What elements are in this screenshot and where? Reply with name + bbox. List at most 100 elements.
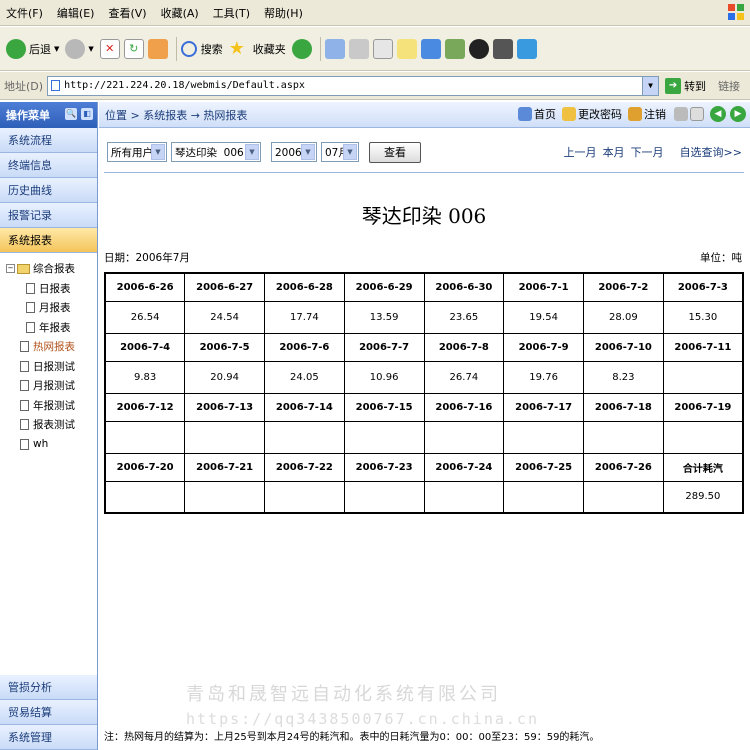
sidebar-item[interactable]: 系统管理 [0,725,97,750]
go-button[interactable]: ➔ 转到 [665,77,706,94]
menu-item[interactable]: 工具(T) [213,5,250,21]
table-value-row: 289.50 [104,480,744,514]
edit-icon[interactable] [372,38,393,59]
this-month-link[interactable]: 本月 [603,144,625,160]
value-cell [662,420,744,454]
collapse-icon[interactable]: ◧ [81,108,93,120]
menu-item[interactable]: 编辑(E) [57,5,95,21]
tree-node[interactable]: 月报表 [6,298,97,318]
document-icon [20,399,29,411]
sidebar-item[interactable]: 管损分析 [0,675,97,700]
change-password-link[interactable]: 更改密码 [562,106,622,122]
menu-item[interactable]: 查看(V) [108,5,146,21]
menu-item[interactable]: 收藏(A) [161,5,199,21]
document-icon [26,282,35,294]
value-cell [184,480,265,514]
expand-icon[interactable]: − [6,264,15,274]
tree-node[interactable]: 报表测试 [6,415,97,435]
preview-icon[interactable] [690,107,704,121]
favorites-button[interactable]: ★ 收藏夹 [229,38,286,59]
logout-link[interactable]: 注销 [628,106,666,122]
tree-node[interactable]: 日报测试 [6,357,97,377]
date-header-cell: 2006-7-2 [583,272,664,302]
tree-node[interactable]: wh [6,435,97,455]
month-select[interactable]: 07月 ▼ [321,142,359,162]
folder-icon [17,263,30,274]
home-link[interactable]: 首页 [518,106,556,122]
sidebar-item[interactable]: 终端信息 [0,153,97,178]
date-header-cell: 2006-7-20 [104,452,186,482]
history-icon[interactable] [291,38,312,59]
forward-circle-icon[interactable]: ▶ [730,106,746,122]
chevron-down-icon: ▼ [151,144,165,160]
note-icon[interactable] [396,38,417,59]
chevron-down-icon[interactable]: ▼ [642,76,659,95]
tree-node[interactable]: 年报测试 [6,396,97,416]
tree-node[interactable]: 月报测试 [6,376,97,396]
date-header-cell: 2006-7-8 [423,332,505,362]
sidebar-item[interactable]: 系统报表 [0,228,97,253]
tree-node[interactable]: 年报表 [6,318,97,338]
menu-bar: 文件(F) 编辑(E) 查看(V) 收藏(A) 工具(T) 帮助(H) [0,0,750,26]
document-icon [20,341,29,353]
sidebar-item[interactable]: 历史曲线 [0,178,97,203]
date-header-cell: 2006-6-27 [184,272,265,302]
watermark-url: https://qq3438500767.cn.china.cn [186,710,539,728]
page-icon [51,80,61,91]
forward-button[interactable]: ▼ [65,38,94,59]
print-icon[interactable] [674,107,688,121]
calculator-icon[interactable] [492,38,513,59]
value-cell [503,420,584,454]
report-table: 2006-6-26 2006-6-27 2006-6-28 2006-6-29 2006… [104,272,744,514]
home-icon[interactable] [147,38,168,59]
tree-node[interactable]: 热网报表 [6,337,97,357]
value-cell [104,480,186,514]
chevron-down-icon: ▼ [301,144,315,160]
stop-icon[interactable]: ✕ [99,38,120,59]
plugin-icon[interactable] [516,38,537,59]
chevron-down-icon: ▼ [245,144,259,160]
value-cell [104,420,186,454]
date-header-cell: 2006-7-25 [503,452,584,482]
print-icon[interactable] [348,38,369,59]
address-input[interactable]: http://221.224.20.18/webmis/Default.aspx… [47,75,660,96]
research-icon[interactable] [420,38,441,59]
table-header-row: 2006-7-20 2006-7-21 2006-7-22 2006-7-23 2006… [104,452,744,482]
date-header-cell: 2006-7-19 [662,392,744,422]
next-month-link[interactable]: 下一月 [631,144,664,160]
menu-item[interactable]: 文件(F) [6,5,43,21]
sidebar-item[interactable]: 贸易结算 [0,700,97,725]
document-icon [20,380,29,392]
date-header-cell: 2006-7-7 [343,332,425,362]
qq-penguin-icon[interactable] [468,38,489,59]
address-bar: 地址(D) http://221.224.20.18/webmis/Defaul… [0,72,750,100]
date-header-cell: 合计耗汽 [662,452,744,482]
links-button[interactable]: 链接 [718,78,740,94]
menu-item[interactable]: 帮助(H) [264,5,303,21]
user-select[interactable]: 所有用户 ▼ [107,142,167,162]
tree-node-root[interactable]: − 综合报表 [6,259,97,279]
messenger-icon[interactable] [444,38,465,59]
prev-month-link[interactable]: 上一月 [564,144,597,160]
value-cell [423,420,505,454]
search-icon[interactable]: 🔍 [65,108,77,120]
refresh-icon[interactable]: ↻ [123,38,144,59]
table-value-row: 26.54 24.54 17.74 13.59 23.65 19.54 28.09 15.30 [104,300,744,334]
chevron-down-icon: ▼ [54,44,60,53]
custom-query-link[interactable]: 自选查询>> [680,144,742,160]
query-button[interactable]: 查看 [369,141,421,163]
chevron-down-icon: ▼ [343,144,357,160]
search-button[interactable]: 搜索 [180,40,223,57]
value-cell [343,420,425,454]
document-icon [20,360,29,372]
back-button[interactable]: 后退 ▼ [6,38,60,59]
mail-icon[interactable] [324,38,345,59]
sidebar-item[interactable]: 报警记录 [0,203,97,228]
value-cell [423,480,505,514]
back-circle-icon[interactable]: ◀ [710,106,726,122]
year-select[interactable]: 2006年 ▼ [271,142,317,162]
company-select[interactable]: 琴达印染 006 ▼ [171,142,261,162]
sidebar-item[interactable]: 系统流程 [0,128,97,153]
tree-node[interactable]: 日报表 [6,279,97,299]
report-footnote: 注：热网每月的结算为：上月25号到本月24号的耗汽和。表中的日耗汽量为0：00：… [104,732,600,743]
